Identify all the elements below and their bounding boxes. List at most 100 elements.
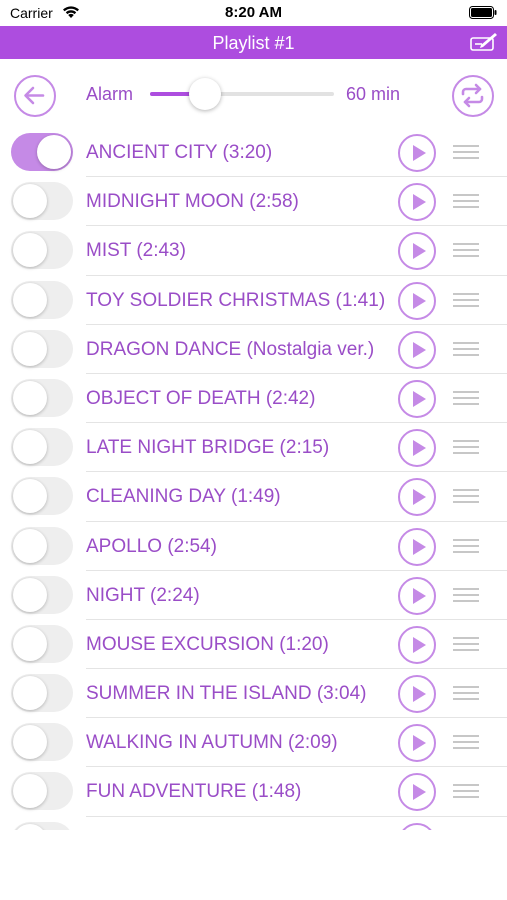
nav-bar: Playlist #1 — [0, 26, 507, 59]
track-row[interactable]: LATE NIGHT BRIDGE (2:15) — [0, 423, 507, 473]
track-title: WALKING IN AUTUMN (2:09) — [86, 732, 338, 754]
track-row[interactable]: ANCIENT CITY (3:20) — [0, 128, 507, 178]
play-button[interactable] — [398, 527, 436, 566]
track-title: SUMMER IN THE ISLAND (3:04) — [86, 683, 367, 705]
play-icon — [413, 735, 426, 752]
play-button[interactable] — [398, 429, 436, 468]
toggle-knob — [13, 725, 47, 760]
track-toggle[interactable] — [11, 526, 73, 565]
track-row[interactable]: MOUSE EXCURSION (1:20) — [0, 620, 507, 670]
track-row[interactable]: MIST (2:43) — [0, 226, 507, 276]
play-button[interactable] — [398, 183, 436, 222]
track-row[interactable]: CLEANING DAY (1:49) — [0, 472, 507, 522]
toggle-knob — [13, 774, 47, 809]
drag-handle-icon[interactable] — [453, 390, 479, 405]
drag-handle-icon[interactable] — [453, 735, 479, 750]
track-list: ANCIENT CITY (3:20) MIDNIGHT MOON (2:58) M… — [0, 128, 507, 830]
track-toggle[interactable] — [11, 575, 73, 614]
toggle-knob — [13, 577, 47, 612]
arrow-left-icon — [24, 86, 45, 105]
status-bar: Carrier 8:20 AM — [0, 0, 507, 26]
play-icon — [413, 194, 426, 211]
play-icon — [413, 390, 426, 407]
track-toggle[interactable] — [11, 231, 73, 270]
battery-icon — [469, 6, 497, 19]
alarm-label: Alarm — [86, 84, 134, 104]
track-title: NIGHT (2:24) — [86, 584, 200, 606]
drag-handle-icon[interactable] — [453, 784, 479, 799]
toggle-knob — [13, 626, 47, 661]
play-button[interactable] — [398, 675, 436, 714]
track-toggle[interactable] — [11, 182, 73, 221]
track-title: LATE NIGHT BRIDGE (2:15) — [86, 437, 330, 459]
drag-handle-icon[interactable] — [453, 341, 479, 356]
track-toggle[interactable] — [11, 428, 73, 467]
alarm-slider[interactable] — [150, 78, 334, 110]
track-title: OBJECT OF DEATH (2:42) — [86, 387, 316, 409]
play-icon — [413, 243, 426, 260]
drag-handle-icon[interactable] — [453, 538, 479, 553]
alarm-controls: Alarm 60 min — [0, 59, 507, 131]
drag-handle-icon[interactable] — [453, 587, 479, 602]
track-row[interactable]: TOY SOLDIER CHRISTMAS (1:41) — [0, 276, 507, 325]
track-row[interactable]: MIDNIGHT MOON (2:58) — [0, 177, 507, 227]
track-row[interactable]: FUN ADVENTURE (1:48) — [0, 767, 507, 817]
track-toggle[interactable] — [11, 378, 73, 417]
track-title: MIDNIGHT MOON (2:58) — [86, 191, 299, 213]
track-toggle[interactable] — [11, 133, 73, 171]
track-row[interactable]: SUMMER IN THE ISLAND (3:04) — [0, 669, 507, 719]
drag-handle-icon[interactable] — [453, 636, 479, 651]
track-toggle[interactable] — [11, 329, 73, 368]
status-time: 8:20 AM — [225, 4, 282, 21]
play-button[interactable] — [398, 330, 436, 369]
track-row[interactable]: WALKING IN AUTUMN (2:09) — [0, 718, 507, 768]
toggle-knob — [13, 430, 47, 465]
play-icon — [413, 341, 426, 358]
play-icon — [413, 636, 426, 653]
track-toggle[interactable] — [11, 280, 73, 319]
play-icon — [413, 686, 426, 703]
play-icon — [413, 292, 426, 309]
toggle-knob — [13, 479, 47, 514]
drag-handle-icon[interactable] — [453, 686, 479, 701]
drag-handle-icon[interactable] — [453, 243, 479, 258]
track-row[interactable] — [0, 817, 507, 830]
track-row[interactable]: DRAGON DANCE (Nostalgia ver.) — [0, 325, 507, 375]
drag-handle-icon[interactable] — [453, 145, 479, 159]
slider-thumb[interactable] — [189, 78, 222, 110]
track-row[interactable]: APOLLO (2:54) — [0, 522, 507, 571]
play-button[interactable] — [398, 281, 436, 320]
play-button[interactable] — [398, 379, 436, 418]
play-button[interactable] — [398, 822, 436, 830]
track-title: DRAGON DANCE (Nostalgia ver.) — [86, 338, 375, 360]
play-button[interactable] — [398, 134, 436, 172]
track-toggle[interactable] — [11, 674, 73, 713]
playlist-title: Playlist #1 — [212, 33, 295, 53]
play-button[interactable] — [398, 724, 436, 763]
play-button[interactable] — [398, 478, 436, 517]
track-toggle[interactable] — [11, 821, 73, 830]
play-button[interactable] — [398, 625, 436, 664]
edit-playlist-icon[interactable] — [469, 30, 499, 54]
repeat-button[interactable] — [452, 75, 494, 117]
drag-handle-icon[interactable] — [453, 194, 479, 209]
play-button[interactable] — [398, 773, 436, 812]
track-toggle[interactable] — [11, 772, 73, 811]
drag-handle-icon[interactable] — [453, 489, 479, 504]
track-toggle[interactable] — [11, 624, 73, 663]
back-button[interactable] — [14, 75, 56, 117]
track-row[interactable]: NIGHT (2:24) — [0, 571, 507, 621]
track-title: APOLLO (2:54) — [86, 535, 217, 557]
play-icon — [413, 489, 426, 506]
toggle-knob — [13, 676, 47, 711]
track-title: MOUSE EXCURSION (1:20) — [86, 633, 329, 655]
track-toggle[interactable] — [11, 723, 73, 762]
play-button[interactable] — [398, 576, 436, 615]
track-toggle[interactable] — [11, 477, 73, 516]
play-button[interactable] — [398, 232, 436, 271]
track-row[interactable]: OBJECT OF DEATH (2:42) — [0, 374, 507, 424]
drag-handle-icon[interactable] — [453, 440, 479, 455]
drag-handle-icon[interactable] — [453, 292, 479, 307]
toggle-knob — [37, 135, 71, 169]
toggle-knob — [13, 184, 47, 219]
